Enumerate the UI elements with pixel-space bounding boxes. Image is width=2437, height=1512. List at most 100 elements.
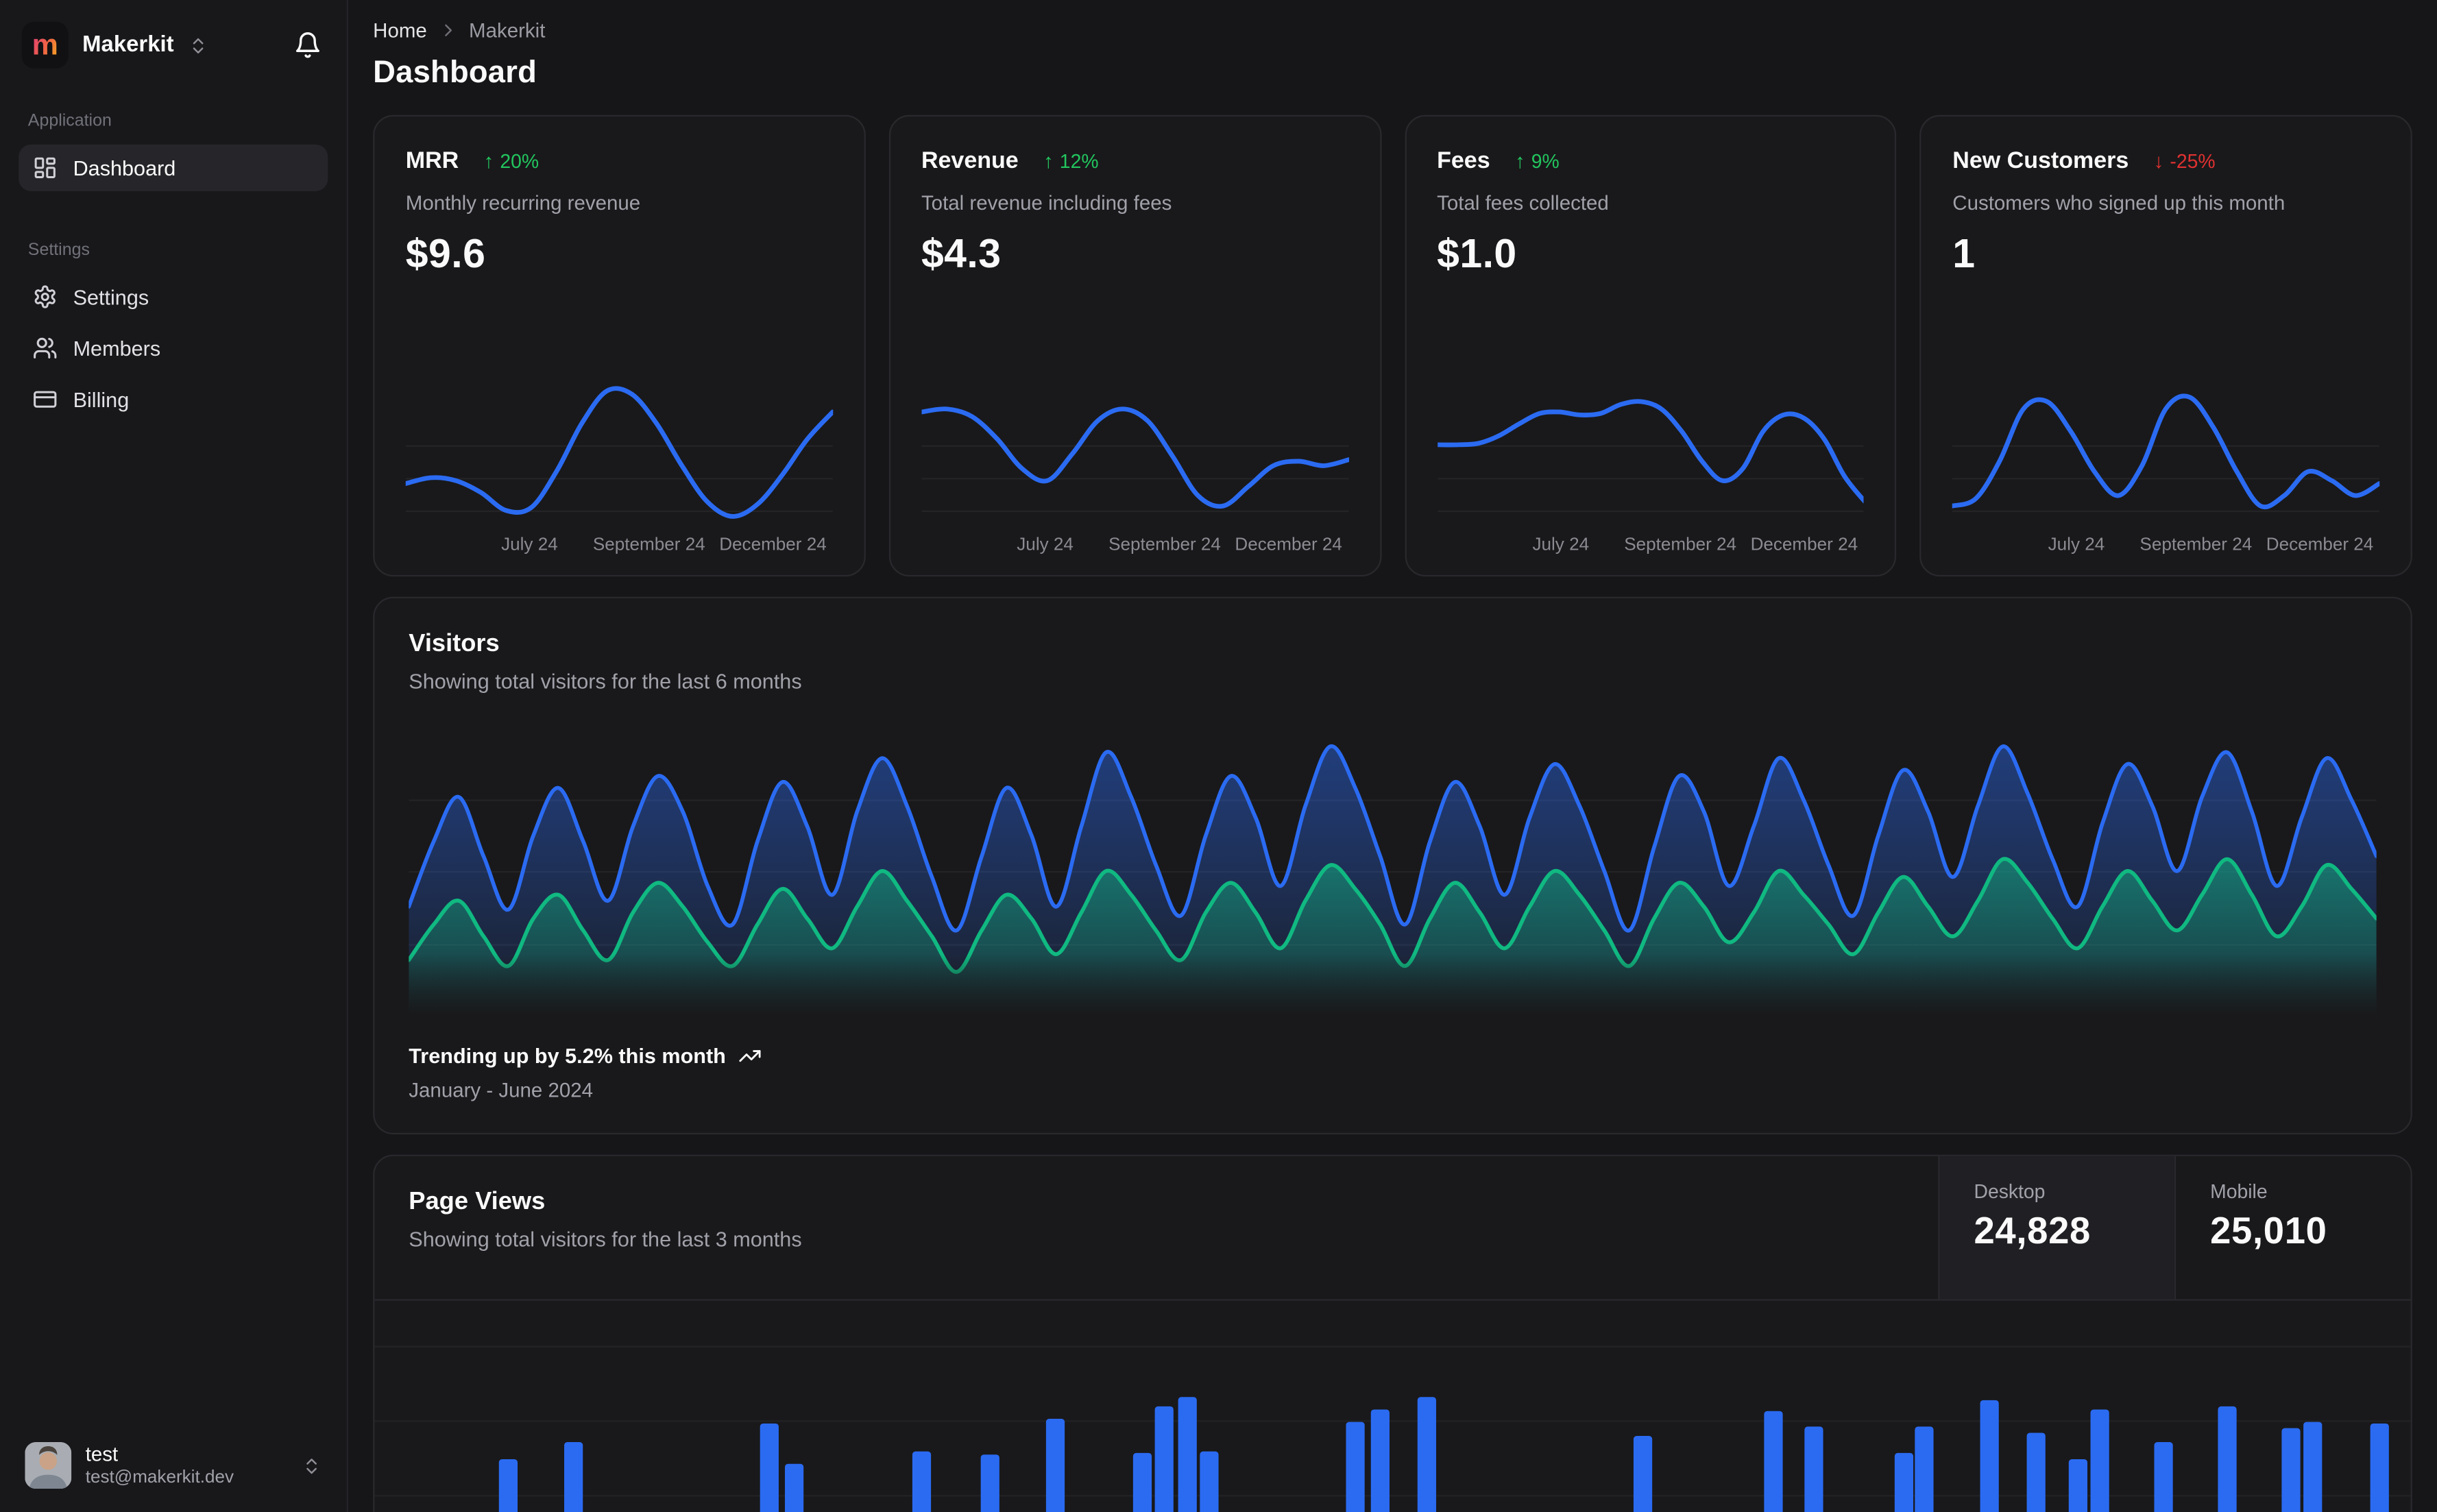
app-window: m Makerkit Application Dashboard Settings S…: [0, 0, 2437, 1512]
bar: [912, 1451, 932, 1512]
bar: [1177, 1397, 1197, 1512]
stat-card-revenue: Revenue ↑ 12% Total revenue including fe…: [888, 114, 1381, 577]
toggle-label: Desktop: [1974, 1181, 2046, 1203]
user-name: test: [85, 1442, 119, 1466]
logo-letter: m: [32, 28, 58, 62]
x-axis-labels: July 24 September 24 December 24: [1952, 528, 2379, 559]
trend-badge: ↑ 12%: [1043, 150, 1099, 172]
sidebar-item-dashboard[interactable]: Dashboard: [19, 144, 328, 191]
breadcrumb-current: Makerkit: [469, 19, 546, 42]
bar: [1418, 1397, 1437, 1512]
sidebar-item-label: Dashboard: [73, 156, 176, 180]
x-tick-label: December 24: [1235, 536, 1342, 555]
stat-card-header: Fees ↑ 9%: [1437, 147, 1864, 174]
page-views-toggles: Desktop 24,828 Mobile 25,010: [1938, 1156, 2410, 1300]
stat-card-header: MRR ↑ 20%: [406, 147, 833, 174]
sidebar-item-billing[interactable]: Billing: [19, 376, 328, 423]
bar: [1764, 1411, 1783, 1512]
bar: [2069, 1459, 2089, 1512]
bar: [784, 1463, 803, 1512]
breadcrumb: Home Makerkit: [373, 19, 2412, 42]
bar: [2218, 1406, 2237, 1512]
page-views-title: Page Views: [409, 1188, 546, 1216]
sidebar-section-label: Settings: [27, 241, 90, 260]
stat-value: $1.0: [1437, 230, 1517, 277]
bar: [499, 1459, 519, 1512]
credit-card-icon: [33, 387, 58, 412]
bar: [2089, 1409, 2109, 1512]
chevron-right-icon: [438, 20, 458, 40]
dashboard-icon: [33, 156, 58, 180]
stat-subtitle: Customers who signed up this month: [1952, 191, 2286, 215]
x-axis-labels: July 24 September 24 December 24: [921, 528, 1348, 559]
x-tick-label: December 24: [719, 536, 827, 555]
page-views-toggle-mobile[interactable]: Mobile 25,010: [2174, 1156, 2411, 1300]
visitors-title: Visitors: [409, 631, 500, 658]
bar: [1200, 1451, 1219, 1512]
notifications-bell-icon[interactable]: [294, 31, 322, 59]
trend-badge: ↓ -25%: [2154, 150, 2216, 172]
trend-arrow-icon: ↑: [1514, 149, 1525, 173]
x-tick-label: September 24: [1624, 536, 1737, 555]
page-views-header: Page Views Showing total visitors for th…: [374, 1156, 2411, 1301]
sparkline-chart: July 24 September 24 December 24: [405, 379, 833, 559]
users-icon: [33, 336, 58, 361]
page-views-bar-chart: [374, 1301, 2411, 1512]
stat-title: Fees: [1437, 147, 1490, 174]
sparkline-chart: July 24 September 24 December 24: [921, 379, 1348, 559]
chart-bottom-fade: [409, 954, 2377, 1023]
visitors-subtitle: Showing total visitors for the last 6 mo…: [409, 670, 802, 694]
bar: [1155, 1406, 1174, 1512]
visitors-card: Visitors Showing total visitors for the …: [373, 596, 2412, 1135]
trend-percent: -25%: [2170, 149, 2216, 172]
toggle-label: Mobile: [2210, 1181, 2268, 1203]
sidebar-item-settings[interactable]: Settings: [19, 273, 328, 320]
sidebar-item-label: Members: [73, 336, 161, 360]
sidebar-section-label: Application: [27, 112, 112, 131]
trend-percent: 20%: [500, 149, 539, 172]
trend-badge: ↑ 20%: [484, 150, 539, 172]
bar: [1371, 1409, 1390, 1512]
bar: [1915, 1426, 1934, 1512]
bar: [1894, 1452, 1913, 1512]
workspace-name: Makerkit: [82, 32, 174, 58]
x-tick-label: September 24: [1108, 536, 1221, 555]
page-views-toggle-desktop[interactable]: Desktop 24,828: [1938, 1156, 2174, 1300]
trend-percent: 9%: [1531, 149, 1560, 172]
trend-percent: 12%: [1059, 149, 1099, 172]
stat-title: MRR: [405, 147, 459, 174]
page-title: Dashboard: [373, 56, 537, 90]
x-tick-label: December 24: [1750, 536, 1858, 555]
gear-icon: [33, 284, 58, 309]
trend-arrow-icon: ↑: [1043, 149, 1054, 173]
x-tick-label: September 24: [2139, 536, 2253, 555]
x-axis-labels: July 24 September 24 December 24: [1437, 528, 1864, 559]
x-tick-label: July 24: [501, 536, 558, 555]
stat-subtitle: Monthly recurring revenue: [405, 191, 641, 215]
visitors-footer: Trending up by 5.2% this month January -…: [409, 1045, 2376, 1102]
bar: [2026, 1432, 2046, 1512]
bar: [564, 1442, 584, 1512]
stat-value: $9.6: [405, 230, 486, 277]
stat-card-header: New Customers ↓ -25%: [1952, 147, 2379, 174]
x-tick-label: July 24: [1532, 536, 1590, 555]
bar: [1132, 1452, 1152, 1512]
page-views-subtitle: Showing total visitors for the last 3 mo…: [409, 1228, 802, 1252]
bar: [1634, 1435, 1653, 1512]
bar: [1045, 1419, 1065, 1512]
stat-title: New Customers: [1952, 147, 2129, 174]
workspace-selector[interactable]: m Makerkit: [21, 21, 208, 69]
avatar: [25, 1442, 72, 1489]
stat-subtitle: Total revenue including fees: [921, 191, 1172, 215]
x-axis-labels: July 24 September 24 December 24: [406, 528, 833, 559]
main-content: Home Makerkit Dashboard MRR ↑ 20% Monthl…: [348, 0, 2437, 1512]
trend-badge: ↑ 9%: [1515, 150, 1560, 172]
user-menu[interactable]: test test@makerkit.dev: [16, 1435, 331, 1497]
toggle-value: 25,010: [2210, 1210, 2327, 1253]
breadcrumb-home[interactable]: Home: [373, 19, 427, 42]
stat-cards-row: MRR ↑ 20% Monthly recurring revenue $9.6…: [373, 114, 2412, 577]
bar: [2303, 1422, 2323, 1512]
bar: [1346, 1422, 1366, 1512]
chevrons-up-down-icon: [188, 35, 208, 55]
sidebar-item-members[interactable]: Members: [19, 325, 328, 371]
